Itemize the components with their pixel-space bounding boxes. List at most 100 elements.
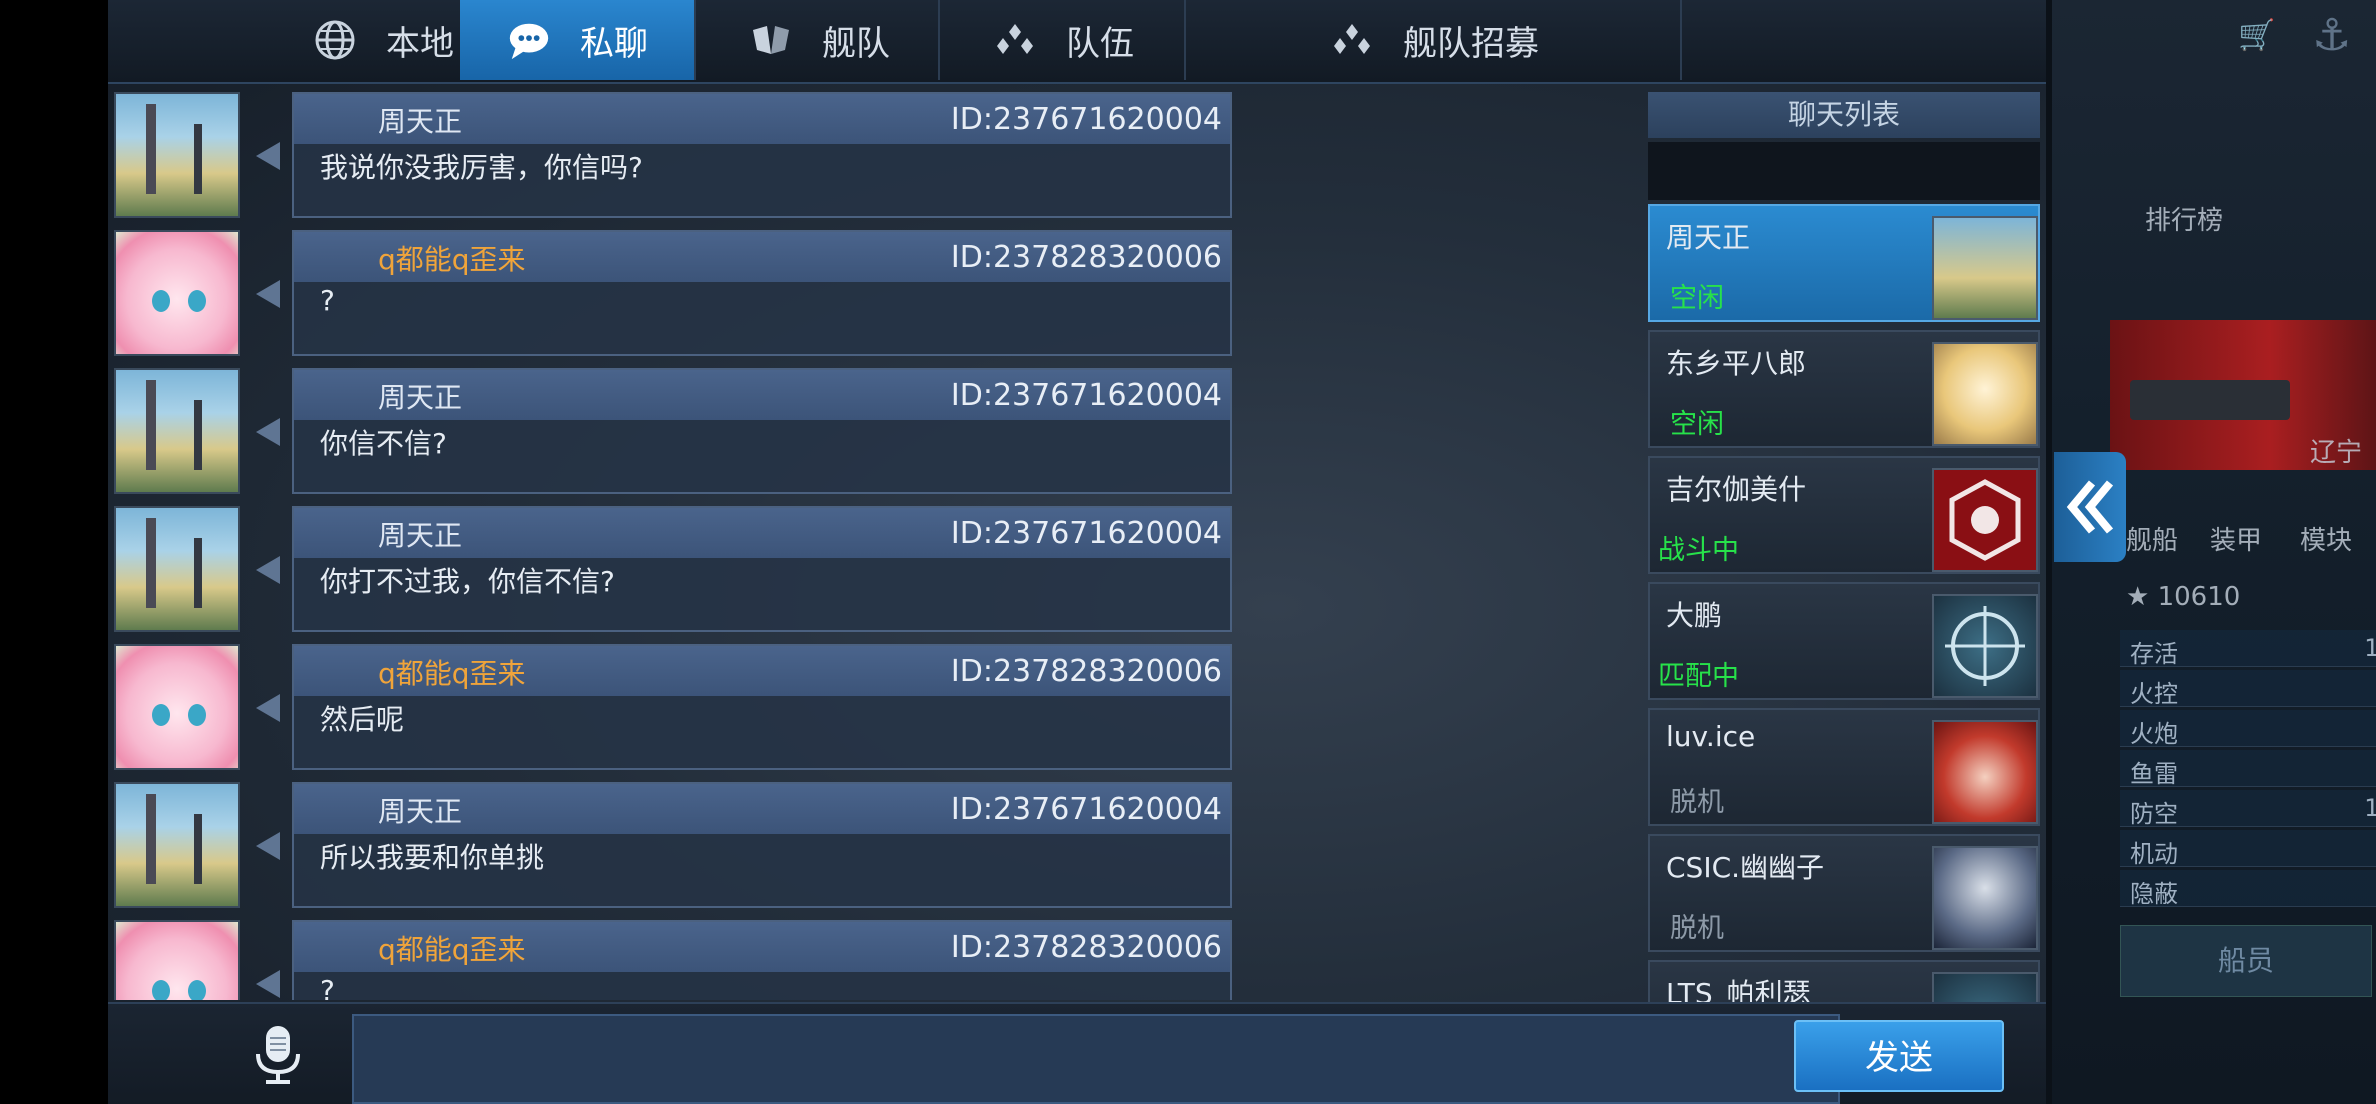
message-text: ? xyxy=(320,284,335,317)
contact-status: 空闲 xyxy=(1670,409,1724,440)
chat-list-title: 聊天列表 xyxy=(1648,92,2040,138)
stat-row: 防空 194 xyxy=(2120,790,2376,828)
microphone-icon[interactable] xyxy=(246,1022,310,1088)
contact-item[interactable]: 周天正 空闲 xyxy=(1648,204,2040,322)
anchor-icon: ⚓ xyxy=(2312,10,2352,61)
contact-avatar xyxy=(1932,720,2038,824)
bg-tab-module[interactable]: 模块 xyxy=(2300,520,2352,557)
bubble-pointer xyxy=(256,280,280,308)
stat-label: 火控 xyxy=(2130,680,2178,708)
message-bubble: 周天正 ID:237671620004 我说你没我厉害，你信吗? xyxy=(292,92,1232,218)
crosshair-icon xyxy=(1945,606,2025,686)
tab-fleet[interactable]: 舰队 xyxy=(700,0,940,80)
tab-label: 私聊 xyxy=(580,23,648,64)
user-avatar[interactable] xyxy=(114,506,240,632)
message-bubble: 周天正 ID:237671620004 你信不信? xyxy=(292,368,1232,494)
user-avatar[interactable] xyxy=(114,644,240,770)
globe-icon xyxy=(312,17,358,63)
chat-list[interactable]: 周天正 空闲 东乡平八郎 空闲 吉尔伽美什 战斗中 大鹏 匹配中 luv.ice… xyxy=(1648,204,2052,1004)
contact-item[interactable]: LTS_帕利瑟 xyxy=(1648,960,2040,1004)
contact-avatar xyxy=(1932,846,2038,950)
tab-private[interactable]: 私聊 xyxy=(460,0,696,80)
stat-row: 隐蔽16 xyxy=(2120,870,2376,908)
stat-label: 隐蔽 xyxy=(2130,880,2178,908)
contact-item[interactable]: 吉尔伽美什 战斗中 xyxy=(1648,456,2040,574)
user-avatar[interactable] xyxy=(114,230,240,356)
input-bar: 发送 xyxy=(108,1002,2052,1104)
message-bubble: q都能q歪来 ID:237828320006 ? xyxy=(292,230,1232,356)
contact-item[interactable]: luv.ice 脱机 xyxy=(1648,708,2040,826)
score-number: 10610 xyxy=(2157,582,2241,612)
bubble-pointer xyxy=(256,556,280,584)
message-item: 周天正 ID:237671620004 我说你没我厉害，你信吗? xyxy=(114,92,1238,220)
contact-status: 战斗中 xyxy=(1658,535,1739,566)
contact-status: 空闲 xyxy=(1670,283,1724,314)
contact-name: LTS_帕利瑟 xyxy=(1666,977,1811,1004)
message-text: 你打不过我，你信不信? xyxy=(320,565,615,598)
message-text: 我说你没我厉害，你信吗? xyxy=(320,151,643,184)
message-list[interactable]: 周天正 ID:237671620004 我说你没我厉害，你信吗? q都能q歪来 … xyxy=(108,92,1248,1000)
bubble-pointer xyxy=(256,832,280,860)
sender-name[interactable]: q都能q歪来 xyxy=(378,928,526,968)
tab-fleet-recruit[interactable]: 舰队招募 xyxy=(1188,0,1682,80)
user-avatar[interactable] xyxy=(114,920,240,1000)
stat-row: 火控7 xyxy=(2120,670,2376,708)
contact-avatar xyxy=(1932,594,2038,698)
message-text: 你信不信? xyxy=(320,427,447,460)
contact-name: CSIC.幽幽子 xyxy=(1666,851,1825,884)
message-item: q都能q歪来 ID:237828320006 ? xyxy=(114,230,1238,358)
stat-label: 火炮 xyxy=(2130,720,2178,748)
contact-avatar xyxy=(1932,216,2038,320)
stat-label: 存活 xyxy=(2130,640,2178,668)
contact-item[interactable]: 东乡平八郎 空闲 xyxy=(1648,330,2040,448)
double-chevron-left-icon xyxy=(2066,480,2114,534)
message-text: 所以我要和你单挑 xyxy=(320,841,545,874)
stat-label: 鱼雷 xyxy=(2130,760,2178,788)
sender-id: ID:237828320006 xyxy=(950,930,1222,965)
bg-tab-ship[interactable]: 舰船 xyxy=(2126,520,2178,557)
contact-name: 吉尔伽美什 xyxy=(1666,473,1807,506)
rank-label[interactable]: 排行榜 xyxy=(2145,200,2223,237)
user-avatar[interactable] xyxy=(114,92,240,218)
crew-button[interactable]: 船员 xyxy=(2120,925,2372,997)
message-item: 周天正 ID:237671620004 你打不过我，你信不信? xyxy=(114,506,1238,634)
sender-id: ID:237671620004 xyxy=(950,378,1222,413)
sender-name[interactable]: 周天正 xyxy=(378,100,462,140)
channel-tabs: 本地 私聊 舰队 队伍 舰队招募 xyxy=(108,0,2052,84)
ship-image xyxy=(2130,380,2290,420)
collapse-button[interactable] xyxy=(2054,452,2126,562)
contact-item[interactable]: 大鹏 匹配中 xyxy=(1648,582,2040,700)
sender-name[interactable]: 周天正 xyxy=(378,376,462,416)
tab-team[interactable]: 队伍 xyxy=(942,0,1186,80)
sender-id: ID:237671620004 xyxy=(950,516,1222,551)
message-item: q都能q歪来 ID:237828320006 然后呢 xyxy=(114,644,1238,772)
sender-id: ID:237828320006 xyxy=(950,654,1222,689)
sender-name[interactable]: 周天正 xyxy=(378,790,462,830)
sender-name[interactable]: q都能q歪来 xyxy=(378,238,526,278)
contact-status: 脱机 xyxy=(1670,913,1724,944)
chat-bubble-icon xyxy=(506,17,552,63)
stat-value: 100 xyxy=(2364,634,2376,662)
message-input[interactable] xyxy=(352,1014,1840,1104)
tab-label: 舰队招募 xyxy=(1403,23,1539,64)
contact-item[interactable]: CSIC.幽幽子 脱机 xyxy=(1648,834,2040,952)
bubble-pointer xyxy=(256,694,280,722)
sender-name[interactable]: q都能q歪来 xyxy=(378,652,526,692)
message-item: q都能q歪来 ID:237828320006 ? xyxy=(114,920,1238,1000)
message-bubble: 周天正 ID:237671620004 所以我要和你单挑 xyxy=(292,782,1232,908)
stat-label: 机动 xyxy=(2130,840,2178,868)
contact-name: 周天正 xyxy=(1666,221,1751,254)
contact-name: luv.ice xyxy=(1666,720,1756,753)
sender-id: ID:237671620004 xyxy=(950,792,1222,827)
message-text: ? xyxy=(320,974,335,1000)
tab-label: 本地 xyxy=(386,23,454,64)
sender-name[interactable]: 周天正 xyxy=(378,514,462,554)
contact-name: 东乡平八郎 xyxy=(1666,347,1807,380)
user-avatar[interactable] xyxy=(114,782,240,908)
bubble-pointer xyxy=(256,418,280,446)
chat-list-search[interactable] xyxy=(1648,142,2040,200)
bg-tab-armor[interactable]: 装甲 xyxy=(2210,520,2262,557)
user-avatar[interactable] xyxy=(114,368,240,494)
send-button[interactable]: 发送 xyxy=(1794,1020,2004,1092)
contact-status: 匹配中 xyxy=(1658,661,1739,692)
